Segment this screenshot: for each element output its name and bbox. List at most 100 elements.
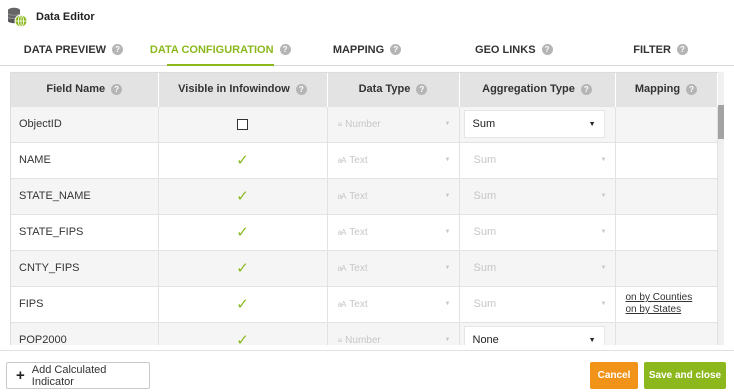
help-icon[interactable]: ? [686, 84, 698, 96]
column-header-visible[interactable]: Visible in Infowindow? [158, 73, 328, 106]
aggregation-cell: Sum ▼ [459, 249, 616, 286]
aggregation-value: Sum [472, 118, 496, 130]
help-icon[interactable]: ? [111, 84, 123, 96]
help-icon[interactable]: ? [112, 44, 124, 55]
column-header-data-type[interactable]: Data Type? [327, 73, 460, 106]
help-icon[interactable]: ? [580, 84, 592, 96]
visible-cell: ✓ [158, 141, 328, 178]
help-icon[interactable]: ? [279, 44, 291, 55]
caret-down-icon: ▼ [444, 265, 451, 271]
checkmark-icon[interactable]: ✓ [236, 260, 249, 277]
data-type-cell: ≡ Number ▼ [327, 321, 460, 345]
mapping-link[interactable]: on by Counties [626, 292, 717, 304]
text-icon: aA [337, 191, 347, 201]
checkmark-icon[interactable]: ✓ [236, 332, 249, 345]
table-scrollbar[interactable] [718, 72, 724, 345]
table-row: FIPS ✓ aA Text ▼ Sum ▼ on by Counties on … [11, 285, 718, 322]
checkmark-icon[interactable]: ✓ [236, 188, 249, 205]
field-name-cell: STATE_FIPS [11, 213, 159, 250]
checkmark-icon[interactable]: ✓ [236, 152, 249, 169]
data-type-cell: aA Text ▼ [327, 213, 460, 250]
help-icon[interactable]: ? [541, 44, 553, 55]
caret-down-icon: ▼ [444, 121, 451, 127]
tab-data-configuration[interactable]: DATA CONFIGURATION ? [147, 34, 294, 66]
aggregation-select[interactable]: Sum ▼ [463, 110, 605, 138]
field-name-cell: CNTY_FIPS [11, 249, 159, 286]
aggregation-select[interactable]: None ▼ [463, 326, 605, 345]
scrollbar-thumb[interactable] [718, 105, 724, 139]
data-type-select: ≡ Number ▼ [328, 119, 459, 130]
caret-down-icon: ▼ [600, 301, 607, 307]
aggregation-value: Sum [473, 262, 497, 274]
help-icon[interactable]: ? [416, 84, 428, 96]
aggregation-cell: Sum ▼ [459, 141, 616, 178]
configuration-table: Field Name? Visible in Infowindow? Data … [11, 73, 718, 345]
checkmark-icon[interactable]: ✓ [236, 296, 249, 313]
add-calculated-indicator-button[interactable]: + Add Calculated Indicator [6, 362, 150, 389]
mapping-cell [615, 213, 718, 250]
table-body: ObjectID ≡ Number ▼ Sum ▼ NAME ✓ aA Text… [11, 105, 718, 345]
aggregation-cell: Sum ▼ [459, 177, 616, 214]
data-type-cell: aA Text ▼ [327, 141, 460, 178]
number-icon: ≡ [337, 335, 343, 345]
text-icon: aA [337, 263, 347, 273]
data-type-value: Number [345, 118, 381, 130]
visible-cell: ✓ [158, 321, 328, 345]
table-header-row: Field Name? Visible in Infowindow? Data … [11, 73, 718, 106]
mapping-cell [615, 141, 718, 178]
data-type-value: Text [349, 190, 368, 202]
tab-mapping[interactable]: MAPPING ? [294, 34, 441, 65]
help-icon[interactable]: ? [676, 44, 688, 55]
tab-filter[interactable]: FILTER ? [587, 34, 734, 65]
aggregation-value: Sum [473, 226, 497, 238]
column-header-mapping[interactable]: Mapping? [615, 73, 718, 106]
aggregation-cell: Sum ▼ [459, 213, 616, 250]
table-row: STATE_FIPS ✓ aA Text ▼ Sum ▼ [11, 213, 718, 250]
caret-down-icon: ▼ [588, 120, 596, 128]
tab-geo-links[interactable]: GEO LINKS ? [440, 34, 587, 65]
table-row: ObjectID ≡ Number ▼ Sum ▼ [11, 105, 718, 142]
save-and-close-button[interactable]: Save and close [644, 362, 726, 389]
footer-bar: + Add Calculated Indicator Cancel Save a… [0, 350, 734, 392]
column-header-field-name[interactable]: Field Name? [11, 73, 159, 106]
field-name-cell: STATE_NAME [11, 177, 159, 214]
aggregation-value: Sum [473, 190, 497, 202]
caret-down-icon: ▼ [600, 229, 607, 235]
aggregation-cell: Sum ▼ [459, 285, 616, 322]
data-type-cell: aA Text ▼ [327, 249, 460, 286]
table-row: NAME ✓ aA Text ▼ Sum ▼ [11, 141, 718, 178]
visible-cell: ✓ [158, 249, 328, 286]
mapping-link[interactable]: on by States [626, 304, 717, 316]
text-icon: aA [337, 155, 347, 165]
data-type-value: Number [345, 334, 381, 345]
caret-down-icon: ▼ [444, 229, 451, 235]
caret-down-icon: ▼ [444, 157, 451, 163]
field-name-cell: NAME [11, 141, 159, 178]
data-type-value: Text [349, 298, 368, 310]
tab-label: GEO LINKS [475, 43, 536, 56]
aggregation-select-disabled: Sum ▼ [460, 190, 615, 202]
configuration-table-container: Field Name? Visible in Infowindow? Data … [10, 72, 724, 345]
data-type-select: aA Text ▼ [328, 227, 459, 238]
visibility-checkbox[interactable] [237, 118, 248, 130]
tab-data-preview[interactable]: DATA PREVIEW ? [0, 34, 147, 65]
caret-down-icon: ▼ [600, 193, 607, 199]
checkmark-icon[interactable]: ✓ [236, 224, 249, 241]
visible-cell: ✓ [158, 213, 328, 250]
data-type-cell: aA Text ▼ [327, 285, 460, 322]
tab-bar: DATA PREVIEW ? DATA CONFIGURATION ? MAPP… [0, 34, 734, 66]
data-type-value: Text [349, 226, 368, 238]
cancel-button[interactable]: Cancel [590, 362, 638, 389]
aggregation-select-disabled: Sum ▼ [460, 298, 615, 310]
field-name-cell: ObjectID [11, 105, 159, 142]
table-row: STATE_NAME ✓ aA Text ▼ Sum ▼ [11, 177, 718, 214]
aggregation-value: Sum [473, 154, 497, 166]
data-type-select: aA Text ▼ [328, 299, 459, 310]
mapping-cell [615, 249, 718, 286]
column-header-aggregation[interactable]: Aggregation Type? [459, 73, 616, 106]
tab-label: DATA PREVIEW [23, 43, 107, 56]
help-icon[interactable]: ? [390, 44, 402, 55]
help-icon[interactable]: ? [295, 84, 307, 96]
caret-down-icon: ▼ [444, 193, 451, 199]
aggregation-select-disabled: Sum ▼ [460, 226, 615, 238]
